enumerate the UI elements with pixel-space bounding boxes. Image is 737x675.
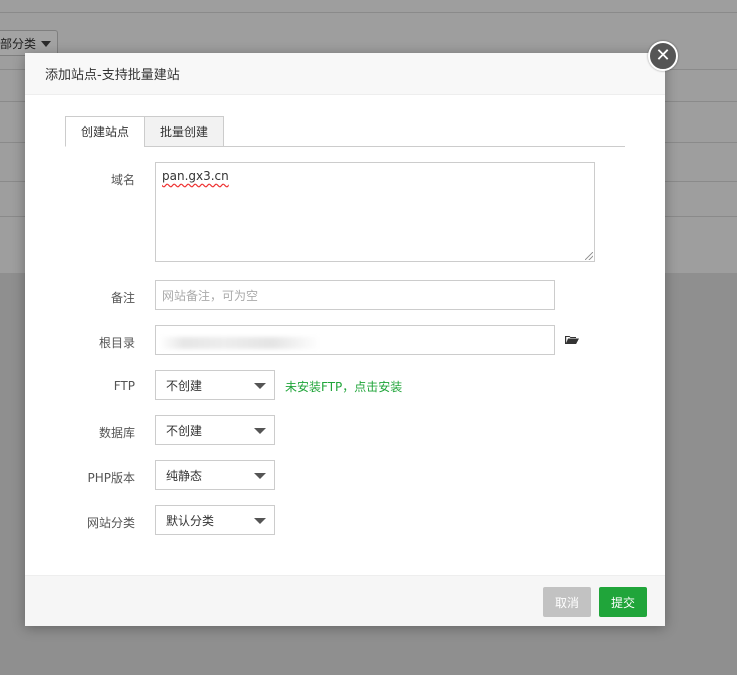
site-category-select-value: 默认分类 — [166, 513, 215, 528]
tab-bar: 创建站点 批量创建 — [65, 116, 625, 147]
submit-button[interactable]: 提交 — [599, 587, 647, 617]
dialog-footer: 取消 提交 — [25, 575, 665, 626]
cancel-button-label: 取消 — [555, 595, 580, 610]
remark-placeholder: 网站备注，可为空 — [162, 288, 259, 303]
root-dir-input[interactable] — [155, 325, 555, 355]
chevron-down-icon — [254, 383, 266, 389]
php-version-select-value: 纯静态 — [166, 468, 203, 483]
php-version-label: PHP版本 — [87, 471, 136, 485]
ftp-label: FTP — [113, 379, 135, 393]
chevron-down-icon — [254, 428, 266, 434]
close-dialog-button[interactable]: ✕ — [648, 41, 678, 71]
site-category-select[interactable]: 默认分类 — [155, 505, 275, 535]
site-category-label: 网站分类 — [86, 516, 135, 530]
tab-create-site[interactable]: 创建站点 — [65, 116, 145, 147]
tab-label: 创建站点 — [81, 125, 130, 139]
chevron-down-icon — [254, 518, 266, 524]
root-dir-redacted-value — [160, 337, 320, 349]
folder-open-icon[interactable] — [565, 335, 579, 345]
background-category-text: 部分类 — [0, 36, 37, 51]
database-select-value: 不创建 — [166, 423, 203, 438]
chevron-down-icon — [254, 473, 266, 479]
install-ftp-link[interactable]: 未安装FTP，点击安装 — [285, 378, 402, 395]
cancel-button[interactable]: 取消 — [543, 587, 591, 617]
chevron-down-icon — [41, 41, 51, 47]
php-version-select[interactable]: 纯静态 — [155, 460, 275, 490]
dialog-title: 添加站点-支持批量建站 — [45, 68, 180, 83]
remark-label: 备注 — [110, 291, 135, 305]
ftp-select[interactable]: 不创建 — [155, 370, 275, 400]
domain-textarea[interactable]: pan.gx3.cn — [155, 162, 595, 262]
background-divider — [0, 12, 737, 13]
submit-button-label: 提交 — [611, 595, 636, 610]
remark-input[interactable]: 网站备注，可为空 — [155, 280, 555, 310]
domain-label: 域名 — [110, 173, 135, 187]
tab-label: 批量创建 — [160, 125, 209, 139]
domain-value: pan.gx3.cn — [162, 169, 229, 183]
add-site-dialog: 添加站点-支持批量建站 创建站点 批量创建 域名 pan.gx3.cn 备注 网… — [25, 53, 665, 626]
database-select[interactable]: 不创建 — [155, 415, 275, 445]
dialog-header: 添加站点-支持批量建站 — [25, 53, 665, 95]
resize-grip-icon[interactable] — [585, 252, 593, 260]
ftp-select-value: 不创建 — [166, 378, 203, 393]
root-dir-label: 根目录 — [98, 336, 135, 350]
tab-batch-create[interactable]: 批量创建 — [144, 116, 224, 147]
close-icon: ✕ — [655, 45, 671, 66]
database-label: 数据库 — [98, 426, 135, 440]
